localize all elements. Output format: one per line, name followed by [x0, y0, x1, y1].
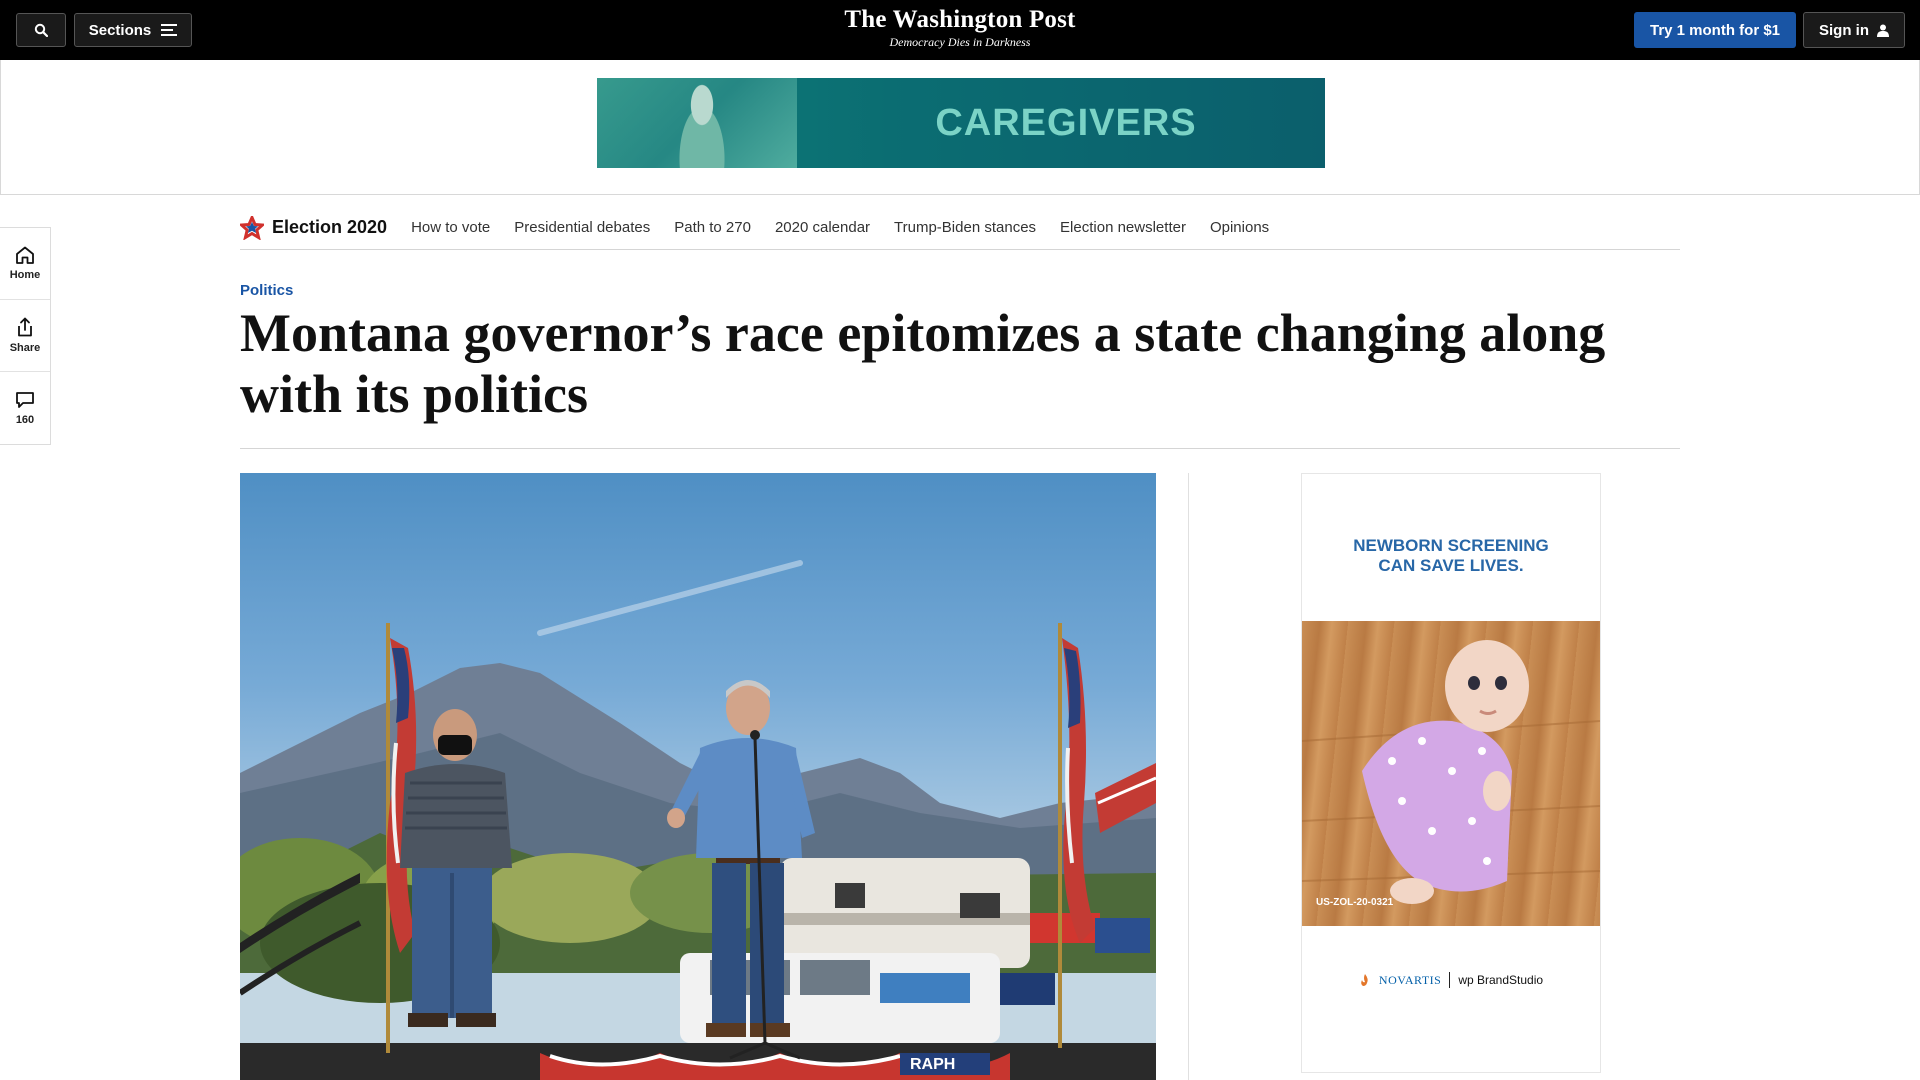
comments-count: 160: [15, 413, 35, 426]
sidebar-ad-headline-line1: NEWBORN SCREENING: [1353, 536, 1549, 555]
rail-share-button[interactable]: Share: [0, 300, 50, 372]
column-divider: [1188, 473, 1189, 1080]
sidebar-ad[interactable]: NEWBORN SCREENING CAN SAVE LIVES. US-ZOL…: [1301, 473, 1601, 1073]
article-headline: Montana governor’s race epitomizes a sta…: [240, 303, 1606, 424]
nav-link-presidential-debates[interactable]: Presidential debates: [514, 219, 650, 236]
hero-photo[interactable]: RAPH: [240, 473, 1156, 1080]
site-logo[interactable]: The Washington Post Democracy Dies in Da…: [760, 6, 1160, 50]
ad-text: CAREGIVERS: [935, 101, 1197, 144]
baby-illustration: [1302, 640, 1600, 904]
brand-separator: [1449, 972, 1451, 988]
top-ad-container: CAREGIVERS: [0, 60, 1920, 195]
top-bar: Sections The Washington Post Democracy D…: [0, 0, 1920, 60]
sections-label: Sections: [88, 21, 152, 39]
brand-wp-brandstudio: wp BrandStudio: [1458, 973, 1544, 987]
election-brand[interactable]: Election 2020: [240, 215, 388, 240]
sections-button[interactable]: Sections: [74, 13, 192, 47]
sidebar-ad-headline-line2: CAN SAVE LIVES.: [1378, 556, 1524, 575]
sidebar-ad-headline: NEWBORN SCREENING CAN SAVE LIVES.: [1302, 536, 1600, 576]
logo-tagline: Democracy Dies in Darkness: [889, 35, 1031, 49]
sign-in-label: Sign in: [1819, 21, 1869, 39]
nav-link-opinions[interactable]: Opinions: [1210, 219, 1269, 236]
home-icon: [16, 246, 34, 264]
sidebar-ad-code: US-ZOL-20-0321: [1316, 897, 1394, 908]
sidebar-ad-photo: US-ZOL-20-0321: [1302, 621, 1600, 926]
election-star-icon: [240, 215, 264, 240]
sidebar-ad-brands: NOVARTIS wp BrandStudio: [1302, 972, 1600, 988]
nav-link-2020-calendar[interactable]: 2020 calendar: [775, 219, 870, 236]
left-rail: Home Share 160: [0, 227, 51, 445]
search-button[interactable]: [16, 13, 66, 47]
subscribe-button[interactable]: Try 1 month for $1: [1634, 12, 1796, 48]
election-nav: Election 2020 How to vote Presidential d…: [240, 206, 1680, 250]
menu-icon: [161, 24, 178, 36]
hero-sign-text: RAPH: [910, 1056, 955, 1073]
hero-photo-illustration: RAPH: [240, 560, 1156, 1080]
user-icon: [1877, 24, 1889, 37]
rail-home-button[interactable]: Home: [0, 228, 50, 300]
rail-comments-button[interactable]: 160: [0, 372, 50, 444]
logo-name: The Washington Post: [844, 6, 1076, 33]
election-title: Election 2020: [272, 217, 388, 237]
sign-in-button[interactable]: Sign in: [1803, 12, 1905, 48]
brand-novartis: NOVARTIS: [1378, 972, 1442, 987]
share-icon: [18, 317, 32, 337]
nav-link-path-to-270[interactable]: Path to 270: [674, 219, 751, 236]
nav-link-trump-biden-stances[interactable]: Trump-Biden stances: [894, 219, 1036, 236]
headline-divider: [240, 448, 1680, 449]
ad-figure: [667, 78, 737, 168]
search-icon: [34, 23, 48, 37]
top-banner-ad[interactable]: CAREGIVERS: [597, 78, 1325, 168]
article-kicker[interactable]: Politics: [240, 282, 293, 299]
nav-link-election-newsletter[interactable]: Election newsletter: [1060, 219, 1186, 236]
novartis-flame-icon: [1361, 974, 1368, 986]
comment-icon: [16, 391, 34, 408]
home-label: Home: [9, 269, 41, 281]
nav-link-how-to-vote[interactable]: How to vote: [411, 219, 490, 236]
share-label: Share: [9, 342, 41, 354]
